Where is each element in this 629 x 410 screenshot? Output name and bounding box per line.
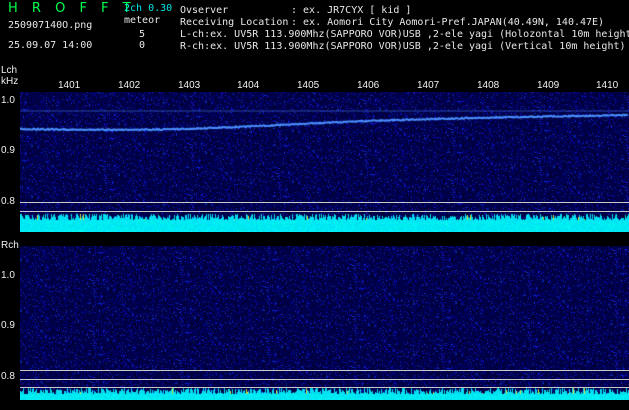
time-tick-1409: 1409 (537, 80, 560, 91)
time-tick-1404: 1404 (237, 80, 260, 91)
rch-ytick-1-0: 1.0 (1, 270, 15, 281)
rch-ytick-0-9: 0.9 (1, 320, 15, 331)
time-tick-1405: 1405 (297, 80, 320, 91)
time-tick-1402: 1402 (118, 80, 141, 91)
time-tick-1408: 1408 (477, 80, 500, 91)
observer-value: : ex. JR7CYX [ kid ] (291, 5, 412, 16)
rch-receiver-info: R-ch:ex. UV5R 113.900Mhz(SAPPORO VOR)USB… (180, 41, 626, 52)
lch-spectrogram (20, 92, 629, 232)
rch-channel-label: Rch (1, 240, 19, 251)
rch-ytick-0-8: 0.8 (1, 371, 15, 382)
lch-receiver-info: L-ch:ex. UV5R 113.900Mhz(SAPPORO VOR)USB… (180, 29, 629, 40)
time-tick-1407: 1407 (417, 80, 440, 91)
image-filename: 250907140O.png (8, 20, 93, 31)
lch-ytick-0-8: 0.8 (1, 196, 15, 207)
lch-ytick-0-9: 0.9 (1, 145, 15, 156)
lch-channel-label: Lch (1, 65, 18, 76)
time-tick-1401: 1401 (58, 80, 81, 91)
meteor-label: meteor (124, 15, 161, 26)
lch-unit-label: kHz (1, 76, 19, 87)
time-tick-1410: 1410 (596, 80, 619, 91)
lch-ytick-1-0: 1.0 (1, 95, 15, 106)
capture-datetime: 25.09.07 14:00 (8, 40, 93, 51)
rch-spectrogram (20, 246, 629, 400)
meteor-count-lch: 5 (139, 29, 146, 40)
time-tick-1403: 1403 (178, 80, 201, 91)
observer-label: Ovserver (180, 5, 229, 16)
time-tick-1406: 1406 (357, 80, 380, 91)
app-brand: H R O F F T (8, 1, 136, 16)
location-value: : ex. Aomori City Aomori-Pref.JAPAN(40.4… (291, 17, 605, 28)
meteor-count-rch: 0 (139, 40, 146, 51)
mode-label: 2ch 0.30 (124, 3, 173, 14)
location-label: Receiving Location (180, 17, 289, 28)
